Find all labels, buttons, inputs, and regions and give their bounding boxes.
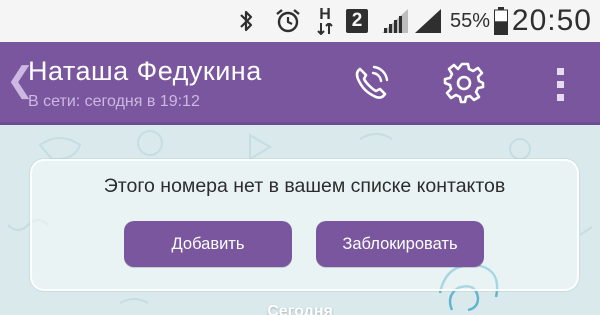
bluetooth-icon (236, 0, 256, 42)
unknown-contact-card: Этого номера нет в вашем списке контакто… (30, 159, 579, 291)
add-contact-button[interactable]: Добавить (124, 221, 292, 267)
clock: 20:50 (511, 4, 592, 37)
call-icon[interactable] (346, 58, 396, 108)
signal-icon (379, 0, 411, 42)
last-seen-status: В сети: сегодня в 19:12 (28, 93, 200, 110)
battery-percent: 55% (449, 9, 490, 32)
block-contact-button[interactable]: Заблокировать (316, 221, 484, 267)
sim-2-icon: 2 (344, 0, 370, 42)
sim-slot-label: 2 (346, 9, 368, 33)
chat-area[interactable]: Этого номера нет в вашем списке контакто… (0, 125, 600, 315)
status-bar: H 2 55% 20:50 (0, 0, 600, 42)
settings-icon[interactable] (440, 58, 490, 108)
date-separator: Сегодня (267, 303, 333, 315)
h-plus-data-icon: H (314, 0, 336, 42)
contact-name[interactable]: Наташа Федукина (28, 56, 262, 87)
overflow-menu-icon[interactable] (548, 62, 572, 106)
signal-icon (412, 0, 444, 42)
data-type-label: H (319, 6, 331, 23)
battery-icon (492, 0, 510, 42)
alarm-icon (273, 0, 303, 42)
unknown-contact-message: Этого номера нет в вашем списке контакто… (103, 175, 506, 197)
chat-header: ❮ Наташа Федукина В сети: сегодня в 19:1… (0, 42, 600, 125)
